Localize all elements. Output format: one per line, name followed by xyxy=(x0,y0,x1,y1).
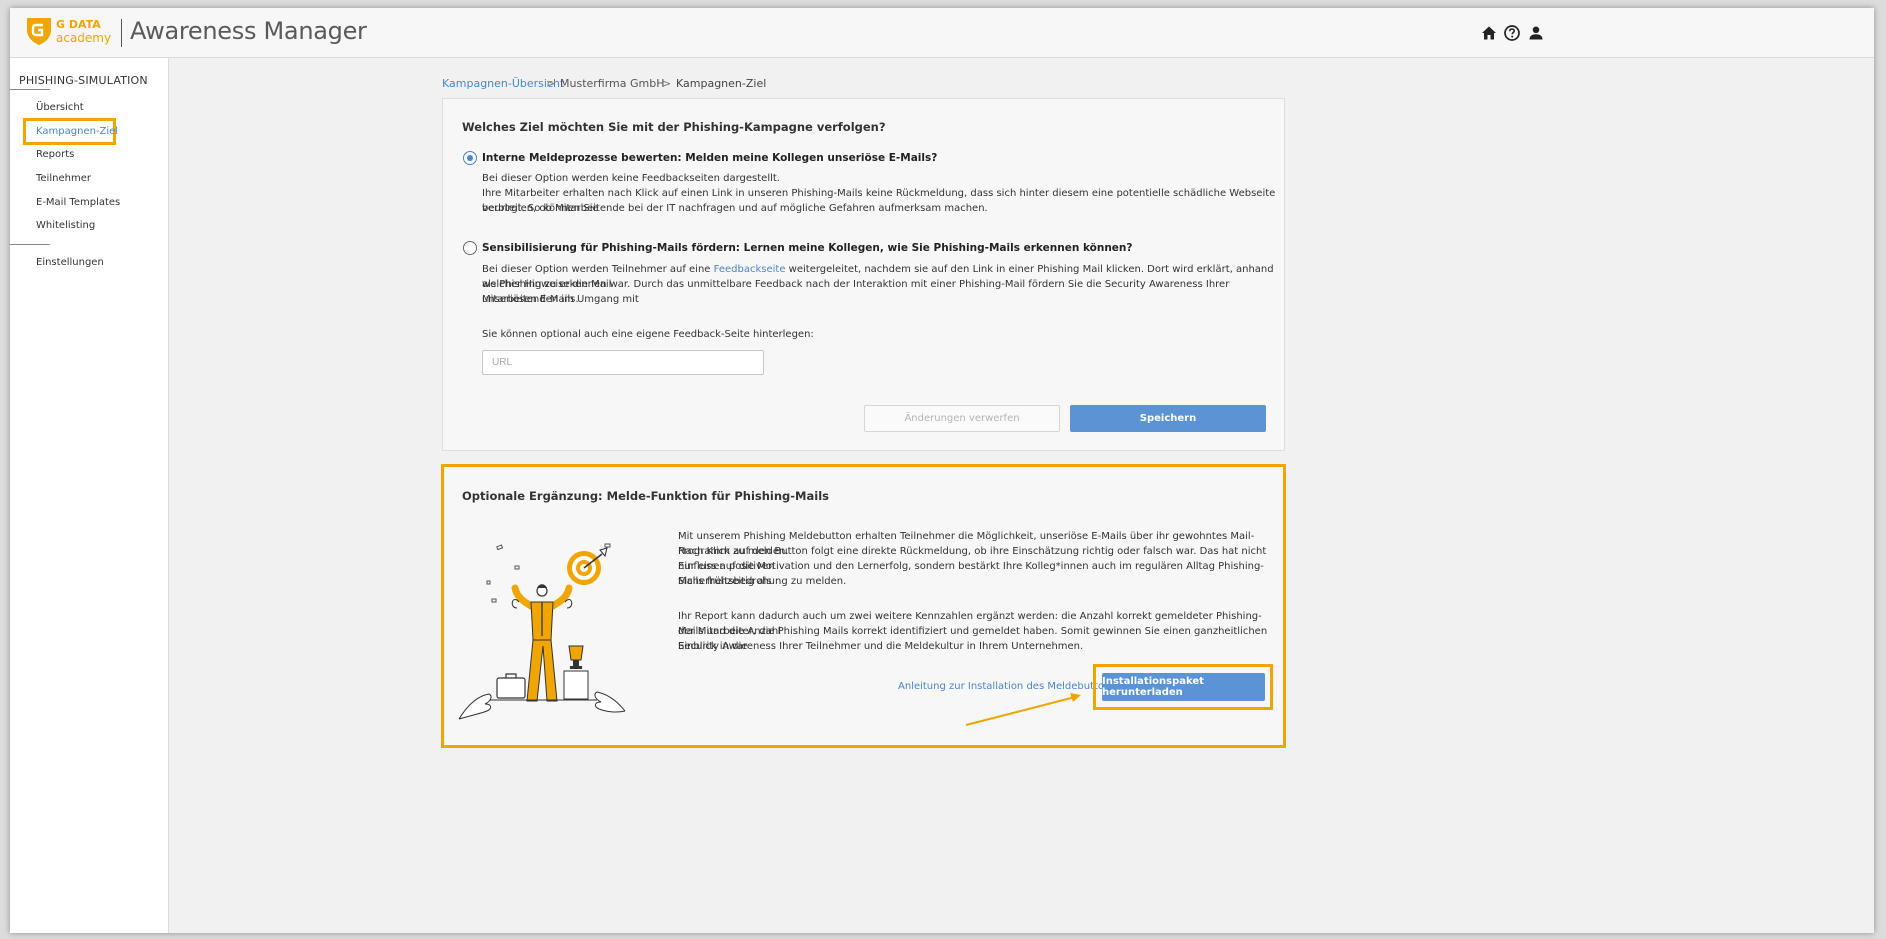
help-icon[interactable] xyxy=(1503,24,1521,42)
sidebar-item-einstellungen[interactable]: Einstellungen xyxy=(36,257,104,268)
logo-shield-icon xyxy=(27,18,51,45)
sidebar-item-kampagnen-ziel[interactable]: Kampagnen-Ziel xyxy=(36,126,118,137)
sidebar-item-reports[interactable]: Reports xyxy=(36,149,74,160)
save-button[interactable]: Speichern xyxy=(1070,405,1266,432)
highlight-frame-report-card xyxy=(441,464,1286,748)
breadcrumb-item-label[interactable]: Musterfirma GmbH xyxy=(560,77,665,90)
home-icon[interactable] xyxy=(1480,24,1498,42)
app-window: G DATA academy Awareness Manager PHISHIN… xyxy=(10,8,1874,933)
sidebar-item-uebersicht[interactable]: Übersicht xyxy=(36,102,84,113)
feedback-url-input[interactable] xyxy=(482,350,764,375)
option2-description-line3: unseriösen E-Mails. xyxy=(482,294,579,305)
option2-description-line2: als Phishing zu erkennen war. Durch das … xyxy=(482,279,1230,305)
breadcrumb-current: Kampagnen-Ziel xyxy=(676,77,766,90)
option2-text-pre: Bei dieser Option werden Teilnehmer auf … xyxy=(482,264,714,275)
discard-changes-button[interactable]: Änderungen verwerfen xyxy=(864,405,1060,432)
header-divider xyxy=(121,19,122,47)
breadcrumb-chevron-icon: > xyxy=(662,77,672,90)
option2-label[interactable]: Sensibilisierung für Phishing-Mails förd… xyxy=(482,242,1133,254)
feedbackseite-link[interactable]: Feedbackseite xyxy=(714,264,786,275)
app-title: Awareness Manager xyxy=(130,17,367,45)
goal-question-title: Welches Ziel möchten Sie mit der Phishin… xyxy=(462,120,886,134)
breadcrumb-chevron-icon: > xyxy=(546,77,556,90)
option1-description-line3: beurteilen, ob Mitarbeitende bei der IT … xyxy=(482,203,988,214)
breadcrumb-item-label: Kampagnen-Ziel xyxy=(676,77,767,90)
logo-brand-text: G DATA xyxy=(56,18,101,31)
sidebar-divider xyxy=(10,89,50,90)
user-icon[interactable] xyxy=(1527,24,1545,42)
sidebar-item-whitelisting[interactable]: Whitelisting xyxy=(36,220,95,231)
top-header: G DATA academy Awareness Manager xyxy=(10,8,1874,58)
sidebar: PHISHING-SIMULATION Übersicht Kampagnen-… xyxy=(10,58,169,933)
campaign-goal-card: Welches Ziel möchten Sie mit der Phishin… xyxy=(442,98,1285,451)
option1-radio[interactable] xyxy=(463,151,477,165)
gdata-academy-logo[interactable]: G DATA academy xyxy=(26,16,116,50)
sidebar-item-teilnehmer[interactable]: Teilnehmer xyxy=(36,173,91,184)
logo-sub-text: academy xyxy=(56,31,112,45)
option1-label[interactable]: Interne Meldeprozesse bewerten: Melden m… xyxy=(482,152,937,164)
sidebar-divider xyxy=(10,244,50,245)
option2-radio[interactable] xyxy=(463,241,477,255)
sidebar-section-title: PHISHING-SIMULATION xyxy=(19,74,148,87)
option1-description-line1: Bei dieser Option werden keine Feedbacks… xyxy=(482,173,780,184)
sidebar-item-email-templates[interactable]: E-Mail Templates xyxy=(36,197,120,208)
breadcrumb-musterfirma: Musterfirma GmbH xyxy=(560,77,665,90)
feedback-url-label: Sie können optional auch eine eigene Fee… xyxy=(482,329,814,340)
